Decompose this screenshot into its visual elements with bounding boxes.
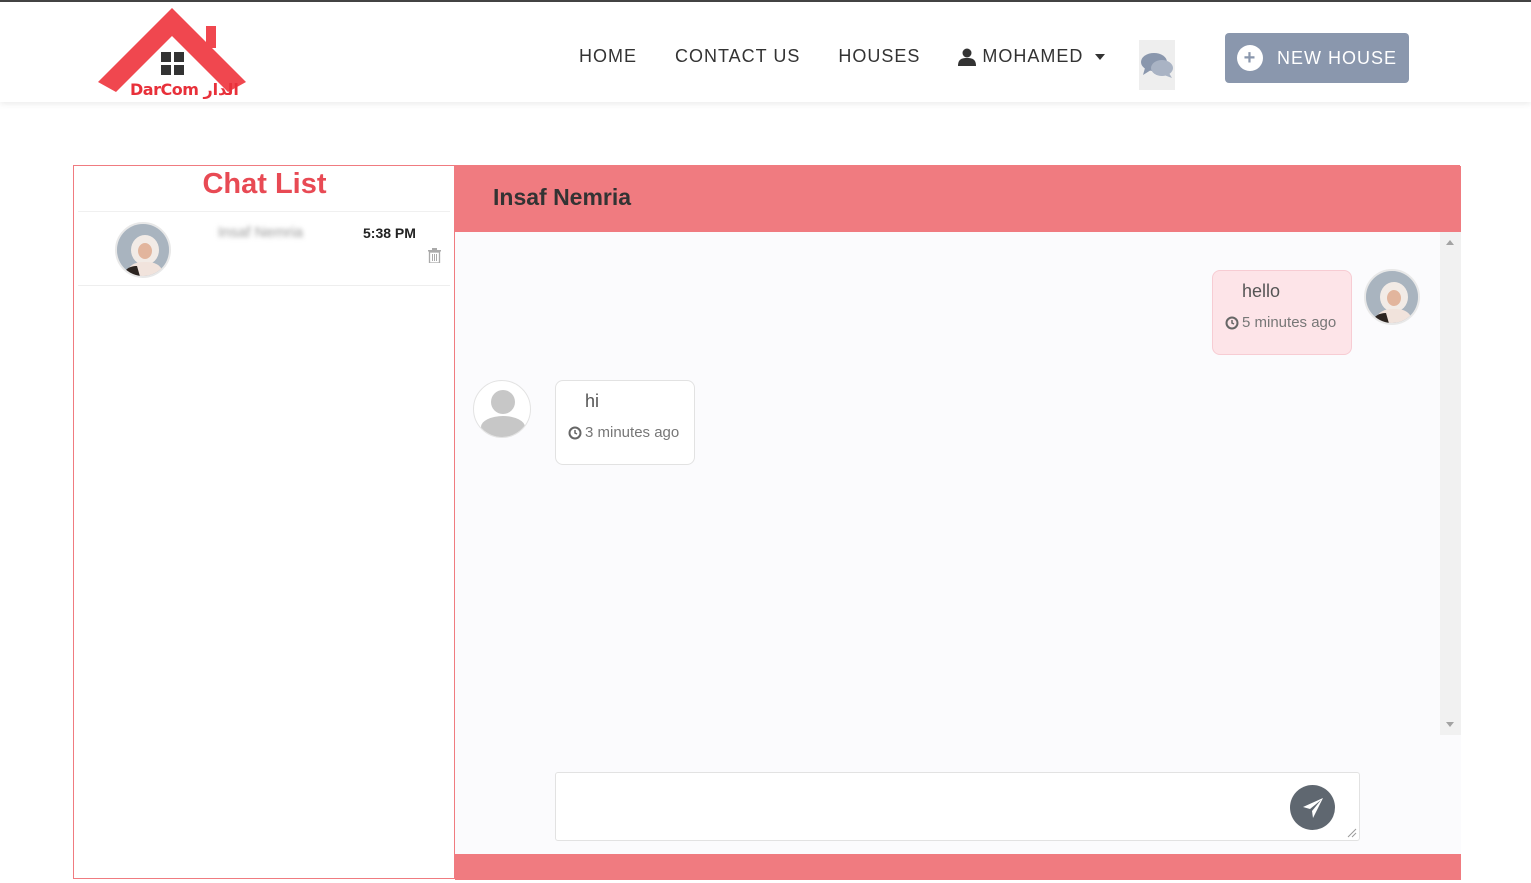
conversation-partner-name: Insaf Nemria [493, 184, 632, 210]
recipient-avatar [473, 380, 531, 438]
message-text: hello [1242, 281, 1281, 301]
chat-item-time: 5:38 PM [363, 225, 416, 241]
user-name: MOHAMED [982, 46, 1084, 66]
send-button[interactable] [1290, 785, 1335, 830]
chat-item-name: Insaf Nemria [218, 224, 304, 241]
clock-icon [568, 426, 582, 439]
scroll-up-arrow-icon[interactable] [1446, 240, 1454, 245]
chat-list-item[interactable]: Insaf Nemria 5:38 PM [78, 212, 450, 286]
new-house-button[interactable]: + NEW HOUSE [1225, 33, 1409, 83]
clock-icon [1225, 316, 1239, 329]
message-bubble-incoming: hi 3 minutes ago [555, 380, 695, 465]
message-compose-box [555, 772, 1360, 841]
user-icon [958, 48, 977, 66]
message-time-text: 5 minutes ago [1242, 314, 1337, 331]
darcom-logo[interactable]: DarCom الدار [96, 6, 248, 102]
paper-plane-icon [1302, 797, 1323, 818]
message-timestamp: 5 minutes ago [1225, 314, 1339, 331]
user-photo-icon [117, 224, 169, 276]
scroll-down-arrow-icon[interactable] [1446, 722, 1454, 727]
chat-list-panel: Chat List Insaf Nemria 5:38 PM [74, 166, 455, 878]
sender-avatar [1364, 269, 1420, 325]
nav-contact-link[interactable]: CONTACT US [675, 46, 800, 67]
message-input[interactable] [556, 773, 1359, 840]
navbar: DarCom الدار HOME CONTACT US HOUSES MOHA… [0, 2, 1531, 102]
logo-text: DarCom الدار [130, 80, 239, 99]
nav-links: HOME CONTACT US HOUSES MOHAMED [579, 46, 1106, 67]
new-house-label: NEW HOUSE [1277, 47, 1398, 68]
message-time-text: 3 minutes ago [585, 424, 680, 441]
scrollbar[interactable] [1440, 232, 1461, 735]
chat-container: Chat List Insaf Nemria 5:38 PM Insaf Nem… [73, 165, 1461, 880]
resize-grip-icon[interactable] [1347, 828, 1357, 838]
default-user-icon [481, 390, 525, 437]
conversation-header: Insaf Nemria [455, 166, 1461, 232]
contact-avatar [115, 222, 171, 278]
chat-bubbles-icon [1141, 53, 1173, 78]
messages-button[interactable] [1139, 40, 1175, 90]
message-text: hi [585, 391, 600, 411]
nav-home-link[interactable]: HOME [579, 46, 637, 67]
user-menu-dropdown[interactable]: MOHAMED [958, 46, 1106, 67]
chevron-down-icon [1095, 53, 1106, 60]
nav-houses-link[interactable]: HOUSES [838, 46, 920, 67]
conversation-panel: Insaf Nemria hello 5 minutes ago hi 3 mi… [455, 166, 1461, 880]
message-bubble-outgoing: hello 5 minutes ago [1212, 270, 1352, 355]
trash-icon[interactable] [428, 248, 441, 263]
message-timestamp: 3 minutes ago [568, 424, 682, 441]
user-photo-icon [1366, 271, 1418, 323]
chat-list-title: Chat List [202, 168, 327, 200]
plus-circle-icon: + [1237, 45, 1263, 71]
message-list[interactable]: hello 5 minutes ago hi 3 minutes ago [455, 232, 1461, 735]
conversation-footer [455, 854, 1461, 880]
